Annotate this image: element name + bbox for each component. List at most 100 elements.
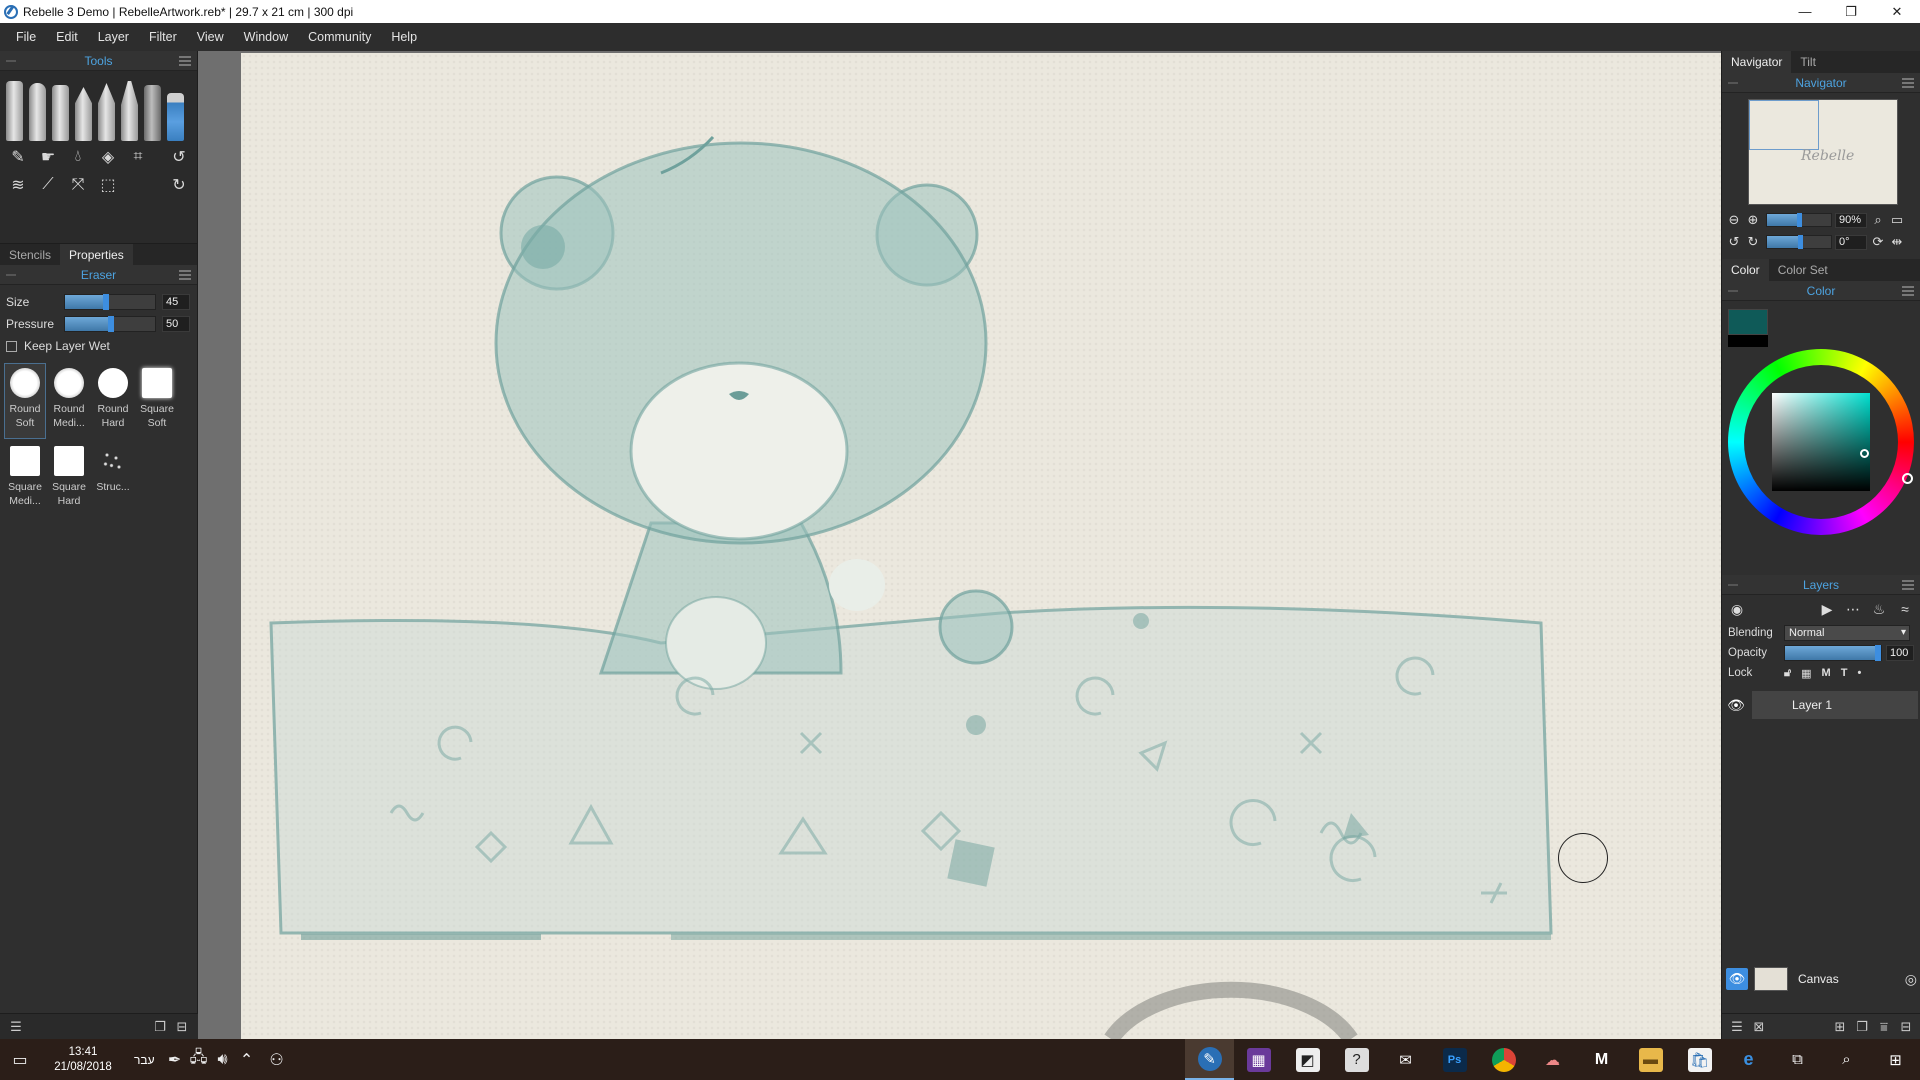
file-explorer-icon[interactable]: ▬ <box>1626 1039 1675 1080</box>
fast-dry-icon[interactable]: ♨ <box>1870 600 1888 618</box>
canvas-thumbnail[interactable] <box>1754 967 1788 991</box>
store-icon[interactable]: 🛍︎ <box>1675 1039 1724 1080</box>
opacity-slider[interactable] <box>1784 645 1882 661</box>
undo-icon[interactable]: ↺ <box>169 147 189 167</box>
size-value[interactable]: 45 <box>162 294 190 310</box>
panel-menu-icon[interactable] <box>179 56 191 66</box>
acrylic-brush-tool[interactable] <box>29 83 46 141</box>
watercolor-brush-tool[interactable] <box>6 81 23 141</box>
keep-layer-wet-checkbox[interactable]: Keep Layer Wet <box>0 335 197 357</box>
layer-properties-icon[interactable]: ☰ <box>1728 1018 1746 1036</box>
panel-menu-icon[interactable] <box>1902 286 1914 296</box>
tab-color[interactable]: Color <box>1722 259 1769 281</box>
pencil-brush-tool[interactable] <box>121 81 138 141</box>
watercolor-paper[interactable] <box>241 53 1721 1039</box>
viewport-rectangle[interactable] <box>1749 100 1819 150</box>
paint-app-icon[interactable]: ☁ <box>1528 1039 1577 1080</box>
size-slider[interactable] <box>64 294 156 310</box>
blow-icon[interactable]: ≋ <box>8 175 28 195</box>
menu-community[interactable]: Community <box>298 30 381 44</box>
panel-grip-icon[interactable] <box>6 274 16 276</box>
zoom-value[interactable]: 90% <box>1835 212 1867 228</box>
preset-structure[interactable]: Struc... <box>92 441 134 517</box>
film-app-icon[interactable]: ▦ <box>1234 1039 1283 1080</box>
menu-window[interactable]: Window <box>234 30 298 44</box>
preset-round-soft[interactable]: Round Soft <box>4 363 46 439</box>
color-wheel[interactable] <box>1728 349 1914 535</box>
zoom-in-icon[interactable]: ⊕ <box>1745 212 1761 228</box>
rotation-value[interactable]: 0° <box>1835 234 1867 250</box>
tab-properties[interactable]: Properties <box>60 244 133 265</box>
panel-menu-icon[interactable] <box>179 270 191 280</box>
pen-icon[interactable]: ✒ <box>163 1039 187 1080</box>
settings-sliders-icon[interactable]: ☰ <box>8 1019 24 1035</box>
menu-filter[interactable]: Filter <box>139 30 187 44</box>
preset-round-hard[interactable]: Round Hard <box>92 363 134 439</box>
preset-square-soft[interactable]: Square Soft <box>136 363 178 439</box>
rebelle-taskbar-icon[interactable]: ✎ <box>1185 1039 1234 1080</box>
dry-layer-icon[interactable]: ⋯ <box>1844 600 1862 618</box>
chrome-icon[interactable] <box>1479 1039 1528 1080</box>
lock-icon[interactable]: 🔓︎ <box>1784 667 1791 680</box>
navigator-preview[interactable]: Rebelle <box>1748 99 1898 205</box>
panel-menu-icon[interactable] <box>1902 78 1914 88</box>
clock[interactable]: 13:41 21/08/2018 <box>40 1045 126 1075</box>
minimize-button[interactable]: — <box>1782 0 1828 23</box>
canvas-visibility-icon[interactable]: 👁︎ <box>1726 968 1748 990</box>
marker-tool[interactable] <box>98 83 115 141</box>
reset-rotation-icon[interactable]: ⟳ <box>1870 234 1886 250</box>
selection-icon[interactable]: ⬚ <box>98 175 118 195</box>
ink-pen-tool[interactable] <box>75 87 92 141</box>
m-app-icon[interactable]: M <box>1577 1039 1626 1080</box>
flip-horizontal-icon[interactable]: ⇹ <box>1889 234 1905 250</box>
saturation-value-square[interactable] <box>1772 393 1870 491</box>
duplicate-layer-icon[interactable]: ❐ <box>1853 1018 1871 1036</box>
network-icon[interactable]: 🖧︎ <box>187 1039 211 1080</box>
close-button[interactable]: ✕ <box>1874 0 1920 23</box>
volume-icon[interactable]: 🔊︎ <box>211 1039 235 1080</box>
preset-square-medium[interactable]: Square Medi... <box>4 441 46 517</box>
crop-icon[interactable]: ⌗ <box>128 147 148 167</box>
rotate-right-icon[interactable]: ↻ <box>1745 234 1761 250</box>
clear-layer-icon[interactable]: ⊠ <box>1750 1018 1768 1036</box>
photoshop-icon[interactable]: Ps <box>1430 1039 1479 1080</box>
zoom-slider[interactable] <box>1766 213 1832 227</box>
play-icon[interactable]: ▶ <box>1818 600 1836 618</box>
preset-round-medium[interactable]: Round Medi... <box>48 363 90 439</box>
hue-picker-marker[interactable] <box>1902 473 1913 484</box>
zoom-fit-icon[interactable]: ⌕ <box>1870 212 1886 228</box>
edge-icon[interactable]: e <box>1724 1039 1773 1080</box>
sv-picker-marker[interactable] <box>1860 449 1869 458</box>
opacity-value[interactable]: 100 <box>1886 645 1914 661</box>
sticky-notes-icon[interactable]: ◩ <box>1283 1039 1332 1080</box>
checkbox-box[interactable] <box>6 340 17 352</box>
menu-edit[interactable]: Edit <box>46 30 88 44</box>
action-center-icon[interactable]: ▭ <box>0 1039 40 1080</box>
blend-icon[interactable]: ◈ <box>98 147 118 167</box>
delete-layer-icon[interactable]: ⊟ <box>1897 1018 1915 1036</box>
lock-dot-icon[interactable]: • <box>1857 667 1861 680</box>
merge-layer-icon[interactable]: ⩸ <box>1875 1018 1893 1036</box>
canvas-settings-icon[interactable]: ◎ <box>1905 971 1917 988</box>
smudge-icon[interactable]: ☛ <box>38 147 58 167</box>
maximize-button[interactable]: ❐ <box>1828 0 1874 23</box>
new-layer-icon[interactable]: ⊞ <box>1831 1018 1849 1036</box>
menu-file[interactable]: File <box>6 30 46 44</box>
windows-start-icon[interactable]: ⊞ <box>1871 1039 1920 1080</box>
eyedropper-icon[interactable]: ⟋ <box>38 175 58 195</box>
rotate-left-icon[interactable]: ↺ <box>1726 234 1742 250</box>
menu-help[interactable]: Help <box>381 30 427 44</box>
airbrush-tool[interactable] <box>144 85 161 141</box>
lock-mask-toggle[interactable]: M <box>1822 667 1831 680</box>
wet-layer-icon[interactable]: ≈ <box>1896 600 1914 618</box>
support-app-icon[interactable]: ? <box>1332 1039 1381 1080</box>
zoom-out-icon[interactable]: ⊖ <box>1726 212 1742 228</box>
canvas-area[interactable] <box>198 51 1721 1039</box>
canvas-layer-row[interactable]: 👁︎ Canvas ◎ <box>1722 963 1920 995</box>
tab-tilt[interactable]: Tilt <box>1791 51 1825 73</box>
transform-icon[interactable]: ⤧ <box>68 175 88 195</box>
menu-layer[interactable]: Layer <box>88 30 139 44</box>
language-indicator[interactable]: עבר <box>134 1053 155 1067</box>
panel-grip-icon[interactable] <box>6 60 16 62</box>
people-icon[interactable]: ⚇ <box>259 1039 295 1080</box>
